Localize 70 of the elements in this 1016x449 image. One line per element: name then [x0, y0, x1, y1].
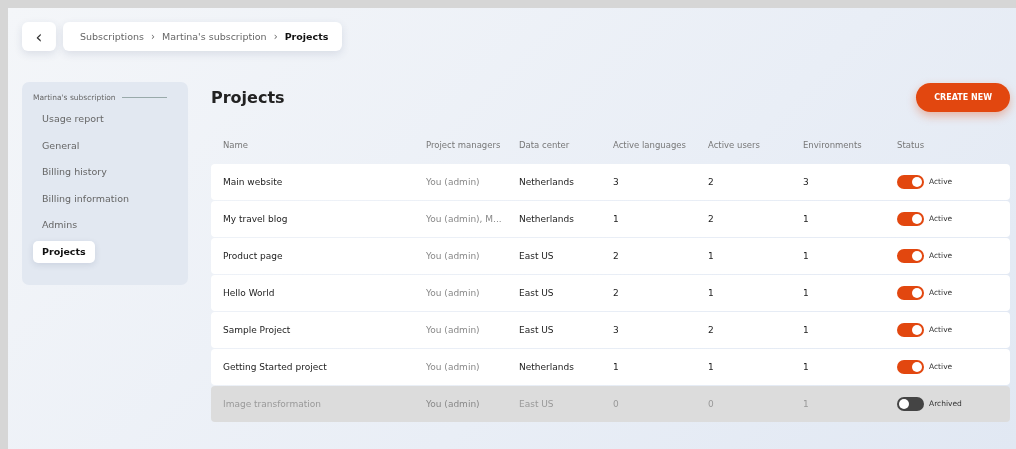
table-cell-text: 1: [803, 213, 810, 224]
column-header: Data center: [519, 140, 571, 150]
status-toggle[interactable]: [897, 285, 924, 300]
table-cell-text: Product page: [223, 250, 284, 261]
status-toggle[interactable]: [897, 396, 924, 411]
table-cell-text: You (admin): [426, 287, 481, 298]
table-cell-text: Image transformation: [223, 398, 322, 409]
table-cell-text: 1: [803, 287, 810, 298]
table-cell-text: East US: [519, 324, 555, 335]
status-toggle[interactable]: [897, 322, 924, 337]
sidebar-item[interactable]: Billing history: [33, 161, 116, 183]
table-cell-text: 2: [613, 250, 620, 261]
table-cell-text: You (admin): [426, 398, 481, 409]
table-cell-text: You (admin): [426, 361, 481, 372]
table-cell-text: 1: [613, 361, 620, 372]
table-cell-text: Main website: [223, 176, 284, 187]
column-header: Active users: [708, 140, 761, 150]
table-cell-text: 2: [613, 287, 620, 298]
back-button[interactable]: ‹: [22, 22, 56, 51]
table-cell-text: Netherlands: [519, 361, 575, 372]
table-cell-text: 1: [803, 250, 810, 261]
sidebar-item[interactable]: Usage report: [33, 108, 113, 130]
chevron-separator: ›: [151, 31, 155, 42]
table-cell-text: You (admin), M...: [426, 213, 503, 224]
table-cell-text: 0: [613, 398, 620, 409]
sidebar-item[interactable]: Billing information: [33, 187, 138, 210]
table-cell-text: 2: [708, 324, 715, 335]
table-cell-text: Netherlands: [519, 213, 575, 224]
table-cell-text: 2: [708, 176, 715, 187]
table-cell-text: East US: [519, 250, 555, 261]
sidebar-item[interactable]: Admins: [33, 214, 87, 236]
status-toggle[interactable]: [897, 248, 924, 263]
status-toggle[interactable]: [897, 211, 924, 226]
table-cell-text: Hello World: [223, 287, 276, 298]
table-cell-text: 1: [803, 361, 810, 372]
table-cell-text: You (admin): [426, 176, 481, 187]
table-cell-text: East US: [519, 287, 555, 298]
sidebar-item[interactable]: General: [33, 134, 89, 157]
status-toggle[interactable]: [897, 174, 924, 189]
table-cell-text: 1: [803, 324, 810, 335]
table-cell-text: 3: [613, 176, 620, 187]
table-cell-text: 1: [708, 250, 715, 261]
table-cell-text: 0: [708, 398, 715, 409]
table-cell-text: Sample Project: [223, 324, 292, 335]
chevron-separator: ›: [273, 31, 278, 42]
column-header: Environments: [803, 140, 863, 150]
table-cell-text: My travel blog: [223, 213, 289, 224]
table-cell-text: 1: [803, 398, 810, 409]
status-toggle[interactable]: [897, 359, 924, 374]
table-cell-text: You (admin): [426, 324, 481, 335]
breadcrumb-link[interactable]: Subscriptions: [80, 31, 144, 42]
table-cell-text: You (admin): [426, 250, 481, 261]
column-header: Status: [897, 140, 926, 150]
table-cell-text: Getting Started project: [223, 361, 328, 372]
table-cell-text: 3: [613, 324, 620, 335]
table-cell-text: 1: [708, 361, 715, 372]
table-cell-text: East US: [519, 398, 555, 409]
table-cell-text: 1: [613, 213, 620, 224]
column-header: Active languages: [613, 140, 687, 150]
breadcrumb-link[interactable]: Martina's subscription: [162, 31, 267, 42]
table-cell-text: 2: [708, 213, 715, 224]
table-cell-text: 3: [803, 176, 810, 187]
create-new-button[interactable]: CREATE NEW: [916, 82, 1010, 112]
table-cell-text: 1: [708, 287, 715, 298]
breadcrumb-link[interactable]: Projects: [284, 31, 329, 42]
table-cell-text: Netherlands: [519, 176, 575, 187]
page-title: Projects: [211, 87, 285, 107]
column-header: Name: [223, 140, 250, 150]
sidebar-item[interactable]: Projects: [33, 240, 95, 263]
column-header: Project managers: [426, 140, 502, 150]
